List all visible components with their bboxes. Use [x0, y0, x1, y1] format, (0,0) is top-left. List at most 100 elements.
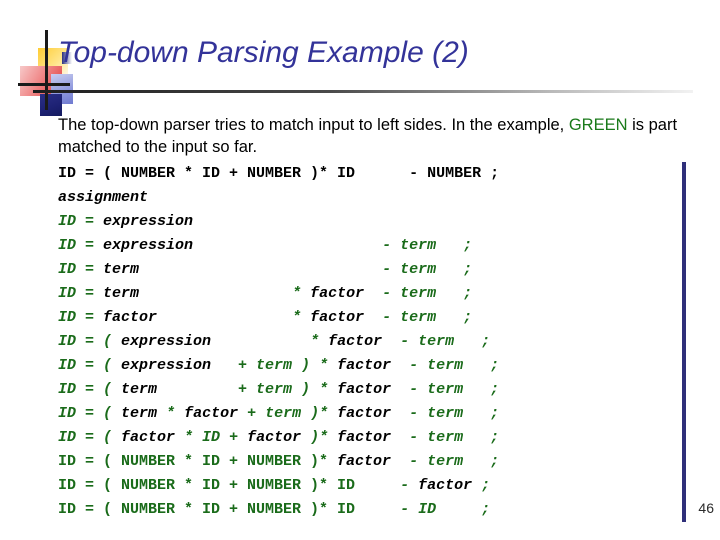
derivation-token-span — [139, 261, 382, 278]
derivation-line: ID = term * factor - term ; — [58, 282, 682, 306]
derivation-token-span — [211, 357, 238, 374]
derivation-token-span: factor — [328, 333, 383, 350]
derivation-line: ID = term - term ; — [58, 258, 682, 282]
derivation-token-span: term — [121, 405, 158, 422]
derivation-token-span — [382, 333, 400, 350]
derivation-token-span: * — [319, 429, 338, 446]
derivation-token-span: factor — [337, 453, 392, 470]
derivation-token-span: + term ) — [247, 405, 320, 422]
derivation-token-span — [139, 285, 292, 302]
derivation-token-span: factor — [121, 429, 176, 446]
derivation-token-span — [391, 381, 409, 398]
derivation-token-span: - term ; — [409, 453, 500, 470]
derivation-token-span: ID = — [58, 309, 104, 326]
derivation-token-span: term — [103, 285, 140, 302]
derivation-line: ID = ( factor * ID + factor )* factor - … — [58, 426, 682, 450]
derivation-token-span: expression — [103, 237, 194, 254]
derivation-token-span: term — [121, 381, 158, 398]
derivation-token-span: * — [319, 357, 338, 374]
derivation-token-span — [355, 477, 400, 494]
derivation-line: ID = ( NUMBER * ID + NUMBER )* ID - ID ; — [58, 498, 682, 522]
derivation-token-span: factor — [103, 309, 158, 326]
derivation-token-span: ID = ( NUMBER * ID + NUMBER )* — [58, 453, 338, 470]
derivation-token-span: ID = ( NUMBER * ID + NUMBER )* ID — [58, 501, 356, 518]
derivation-token-span: * — [319, 405, 338, 422]
derivation-line: ID = factor * factor - term ; — [58, 306, 682, 330]
derivation-token-span: expression — [121, 357, 212, 374]
derivation-token-span — [211, 333, 310, 350]
derivation-token-span: factor — [337, 429, 392, 446]
derivation-token-span: ID = — [58, 237, 104, 254]
derivation-token-span — [301, 429, 310, 446]
derivation-token-span — [355, 501, 400, 518]
derivation-token-span: - NUMBER ; — [409, 165, 500, 182]
decoration-horizontal-rule — [18, 83, 70, 86]
derivation-line: ID = ( term * factor + term )* factor - … — [58, 402, 682, 426]
derivation-token-span: - term ; — [409, 381, 500, 398]
derivation-token-span — [157, 381, 238, 398]
derivation-token-span: factor — [337, 357, 392, 374]
decoration-vertical-rule — [45, 30, 48, 110]
derivation-token-span: - term ; — [382, 261, 473, 278]
derivation-token-span: - term ; — [409, 357, 500, 374]
derivation-token-span: factor — [418, 477, 473, 494]
derivation-token-span: - term ; — [400, 333, 491, 350]
derivation-line: ID = ( expression * factor - term ; — [58, 330, 682, 354]
derivation-token-span — [175, 429, 184, 446]
derivation-token-span: ID = — [58, 285, 104, 302]
derivation-token-span: * — [319, 381, 338, 398]
derivation-token-span: + — [229, 429, 248, 446]
derivation-token-span: ID = ( NUMBER * ID + NUMBER )* ID — [58, 165, 410, 182]
derivation-token-span: ID = ( — [58, 357, 122, 374]
derivation-token-span: expression — [103, 213, 194, 230]
derivation-token-span: ID = ( — [58, 381, 122, 398]
derivation-token-span: - term ; — [382, 285, 473, 302]
derivation-token-span — [391, 357, 409, 374]
derivation-line: ID = ( term + term ) * factor - term ; — [58, 378, 682, 402]
title-underline-rule — [33, 90, 693, 93]
derivation-token-span: ; — [436, 501, 491, 518]
slide-body-text: The top-down parser tries to match input… — [58, 114, 708, 158]
derivation-token-span — [391, 453, 409, 470]
derivation-line: ID = ( NUMBER * ID + NUMBER )* factor - … — [58, 450, 682, 474]
derivation-token-span: ID = ( NUMBER * ID + NUMBER )* ID — [58, 477, 356, 494]
derivation-line: ID = expression — [58, 210, 682, 234]
slide-page-number: 46 — [698, 500, 714, 516]
derivation-token-span — [364, 285, 382, 302]
derivation-token-span: ID = ( — [58, 405, 122, 422]
derivation-token-span: term — [103, 261, 140, 278]
derivation-token-span: + term ) — [238, 381, 320, 398]
derivation-code-block: ID = ( NUMBER * ID + NUMBER )* ID - NUMB… — [58, 162, 686, 522]
derivation-token-span: ) — [310, 429, 320, 446]
derivation-token-span: - — [400, 477, 419, 494]
derivation-token-span — [157, 405, 166, 422]
derivation-token-span: * — [166, 405, 185, 422]
derivation-token-span: assignment — [58, 189, 149, 206]
slide-title: Top-down Parsing Example (2) — [58, 36, 469, 69]
derivation-line: ID = ( expression + term ) * factor - te… — [58, 354, 682, 378]
derivation-token-span: + term ) — [238, 357, 320, 374]
derivation-token-span: expression — [121, 333, 212, 350]
derivation-token-span: - term ; — [409, 429, 500, 446]
derivation-token-span — [193, 237, 382, 254]
derivation-line: ID = ( NUMBER * ID + NUMBER )* ID - NUMB… — [58, 162, 682, 186]
derivation-token-span: * — [292, 309, 311, 326]
derivation-token-span — [391, 405, 409, 422]
decoration-square-navy — [40, 94, 62, 116]
derivation-token-span: * ID — [184, 429, 230, 446]
derivation-token-span: - ID — [400, 501, 437, 518]
body-text-green-keyword: GREEN — [568, 116, 628, 134]
derivation-token-span: ID = — [58, 261, 104, 278]
derivation-token-span: factor — [310, 285, 365, 302]
derivation-token-span — [391, 429, 409, 446]
derivation-token-span — [157, 309, 292, 326]
derivation-token-span: ID = ( — [58, 429, 122, 446]
derivation-token-span: * — [292, 285, 311, 302]
derivation-token-span: ; — [472, 477, 491, 494]
derivation-token-span: ID = ( — [58, 333, 122, 350]
derivation-token-span: * — [310, 333, 329, 350]
derivation-token-span: factor — [310, 309, 365, 326]
derivation-token-span: factor — [247, 429, 302, 446]
derivation-line: assignment — [58, 186, 682, 210]
derivation-token-span — [364, 309, 382, 326]
